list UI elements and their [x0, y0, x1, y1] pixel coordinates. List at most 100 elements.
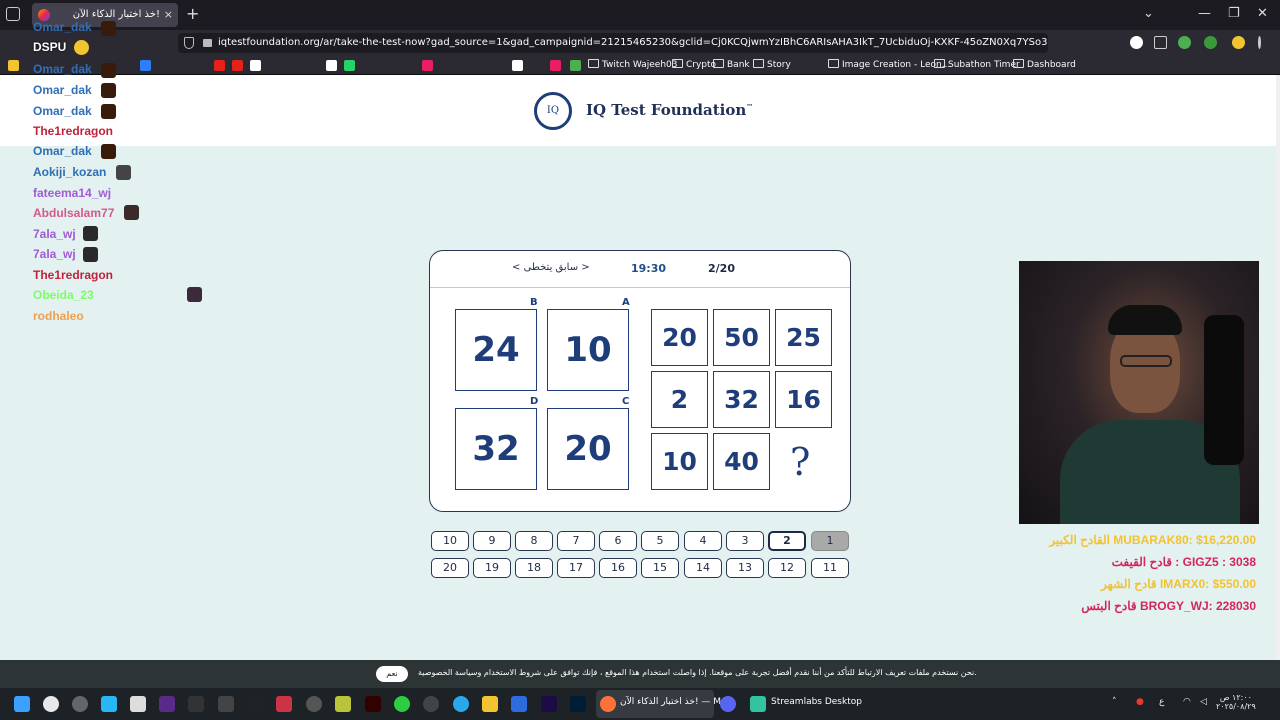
tab-overview-icon[interactable]: [6, 7, 20, 21]
answer-option-a[interactable]: 10: [547, 309, 629, 391]
shield-extension-icon[interactable]: [1178, 36, 1191, 49]
question-nav-button[interactable]: 9: [473, 531, 511, 551]
emoji-extension-icon[interactable]: [1232, 36, 1245, 49]
whatsapp-icon[interactable]: [344, 60, 355, 71]
firefox-icon[interactable]: [600, 696, 616, 712]
site-logo-text[interactable]: IQ Test Foundation™: [586, 101, 753, 119]
bookmark-bank[interactable]: Bank: [713, 58, 750, 73]
maximize-button[interactable]: ❐: [1228, 6, 1240, 21]
question-nav-button[interactable]: 3: [726, 531, 764, 551]
cookie-accept-button[interactable]: نعم: [376, 666, 408, 682]
app-icon[interactable]: [101, 696, 117, 712]
extension-icon[interactable]: [1130, 36, 1143, 49]
close-window-button[interactable]: ✕: [1257, 6, 1268, 21]
chat-username: Omar_dak: [33, 20, 92, 34]
input-language[interactable]: ع: [1159, 697, 1164, 707]
app-icon[interactable]: [423, 696, 439, 712]
app-icon[interactable]: [394, 696, 410, 712]
bookmark-subathon-timer[interactable]: Subathon Timer: [934, 58, 1020, 73]
app-icon[interactable]: [159, 696, 175, 712]
volume-icon[interactable]: ◁: [1200, 697, 1207, 707]
answer-option-b[interactable]: 24: [455, 309, 537, 391]
wifi-icon[interactable]: ◠: [1183, 697, 1191, 707]
question-nav-button[interactable]: 7: [557, 531, 595, 551]
bookmark-icon[interactable]: [570, 60, 581, 71]
app-icon[interactable]: [247, 696, 263, 712]
question-nav-button-answered[interactable]: 1: [811, 531, 849, 551]
question-nav-button-current[interactable]: 2: [768, 531, 806, 551]
chat-username: Abdulsalam77: [33, 206, 115, 220]
question-nav-button[interactable]: 14: [684, 558, 722, 578]
question-nav-button[interactable]: 13: [726, 558, 764, 578]
youtube-icon[interactable]: [214, 60, 225, 71]
pinterest-icon[interactable]: [550, 60, 561, 71]
premiere-icon[interactable]: [541, 696, 557, 712]
mic-icon[interactable]: ●: [1136, 697, 1144, 707]
chat-username: Aokiji_kozan: [33, 165, 107, 179]
taskbar-streamlabs-label[interactable]: Streamlabs Desktop: [771, 697, 862, 707]
fire-badge-icon: [101, 63, 116, 78]
bookmark-crypto[interactable]: Crypto: [672, 58, 716, 73]
windows-start-icon[interactable]: [14, 696, 30, 712]
new-tab-button[interactable]: +: [186, 4, 199, 23]
bookmark-icon[interactable]: [140, 60, 151, 71]
bookmark-story[interactable]: Story: [753, 58, 791, 73]
taskbar-firefox-label[interactable]: خذ اختبار الذكاء الآن! — M: [620, 697, 721, 707]
app-icon[interactable]: [511, 696, 527, 712]
google-icon[interactable]: [250, 60, 261, 71]
question-nav-button[interactable]: 11: [811, 558, 849, 578]
bookmark-icon[interactable]: [512, 60, 523, 71]
question-nav-button[interactable]: 5: [641, 531, 679, 551]
panel-divider: [430, 287, 850, 288]
streamlabs-icon[interactable]: [750, 696, 766, 712]
menu-icon[interactable]: [1258, 36, 1261, 49]
tracking-shield-icon[interactable]: [184, 37, 194, 49]
question-nav-button[interactable]: 19: [473, 558, 511, 578]
lock-icon[interactable]: [203, 39, 212, 47]
obs-icon[interactable]: [72, 696, 88, 712]
youtube-icon[interactable]: [232, 60, 243, 71]
question-nav-button[interactable]: 15: [641, 558, 679, 578]
app-icon[interactable]: [335, 696, 351, 712]
media-icon[interactable]: [276, 696, 292, 712]
bookmark-dashboard[interactable]: Dashboard: [1013, 58, 1076, 73]
page-scrollbar[interactable]: [1276, 75, 1280, 660]
puzzle-icon[interactable]: [1154, 36, 1167, 49]
prev-skip-nav[interactable]: < سابق يتخطى >: [512, 262, 590, 273]
question-nav-button[interactable]: 6: [599, 531, 637, 551]
question-nav-button[interactable]: 12: [768, 558, 806, 578]
bookmark-twitch[interactable]: Twitch Wajeeh03: [588, 58, 677, 73]
question-nav-button[interactable]: 16: [599, 558, 637, 578]
question-nav-button[interactable]: 4: [684, 531, 722, 551]
list-all-tabs-icon[interactable]: ⌄: [1143, 6, 1154, 21]
photoshop-icon[interactable]: [570, 696, 586, 712]
app-icon[interactable]: [306, 696, 322, 712]
clock[interactable]: ١٢:٠٠ ص ٢٠٢٥/٠٨/٢٩: [1216, 693, 1256, 711]
file-explorer-icon[interactable]: [482, 696, 498, 712]
question-nav-button[interactable]: 20: [431, 558, 469, 578]
leaf-extension-icon[interactable]: [1204, 36, 1217, 49]
app-icon[interactable]: [188, 696, 204, 712]
question-nav-button[interactable]: 10: [431, 531, 469, 551]
tray-overflow-icon[interactable]: ˄: [1112, 697, 1117, 707]
discord-icon[interactable]: [720, 696, 736, 712]
question-nav-button[interactable]: 17: [557, 558, 595, 578]
telegram-icon[interactable]: [453, 696, 469, 712]
calculator-icon[interactable]: [130, 696, 146, 712]
question-nav-button[interactable]: 18: [515, 558, 553, 578]
illustrator-icon[interactable]: [365, 696, 381, 712]
timer: 19:30: [631, 262, 667, 275]
logo-icon[interactable]: IQ: [534, 92, 572, 130]
maps-icon[interactable]: [43, 696, 59, 712]
x-icon[interactable]: [326, 60, 337, 71]
bookmark-image-creation[interactable]: Image Creation - Leon...: [828, 58, 950, 73]
question-nav-button[interactable]: 8: [515, 531, 553, 551]
app-icon[interactable]: [218, 696, 234, 712]
bookmark-icon[interactable]: [8, 60, 19, 71]
download-icon[interactable]: [422, 60, 433, 71]
close-tab-icon[interactable]: ×: [164, 3, 173, 27]
minimize-button[interactable]: —: [1198, 6, 1211, 21]
answer-option-d[interactable]: 32: [455, 408, 537, 490]
answer-option-c[interactable]: 20: [547, 408, 629, 490]
url-bar[interactable]: iqtestfoundation.org/ar/take-the-test-no…: [178, 33, 1048, 53]
